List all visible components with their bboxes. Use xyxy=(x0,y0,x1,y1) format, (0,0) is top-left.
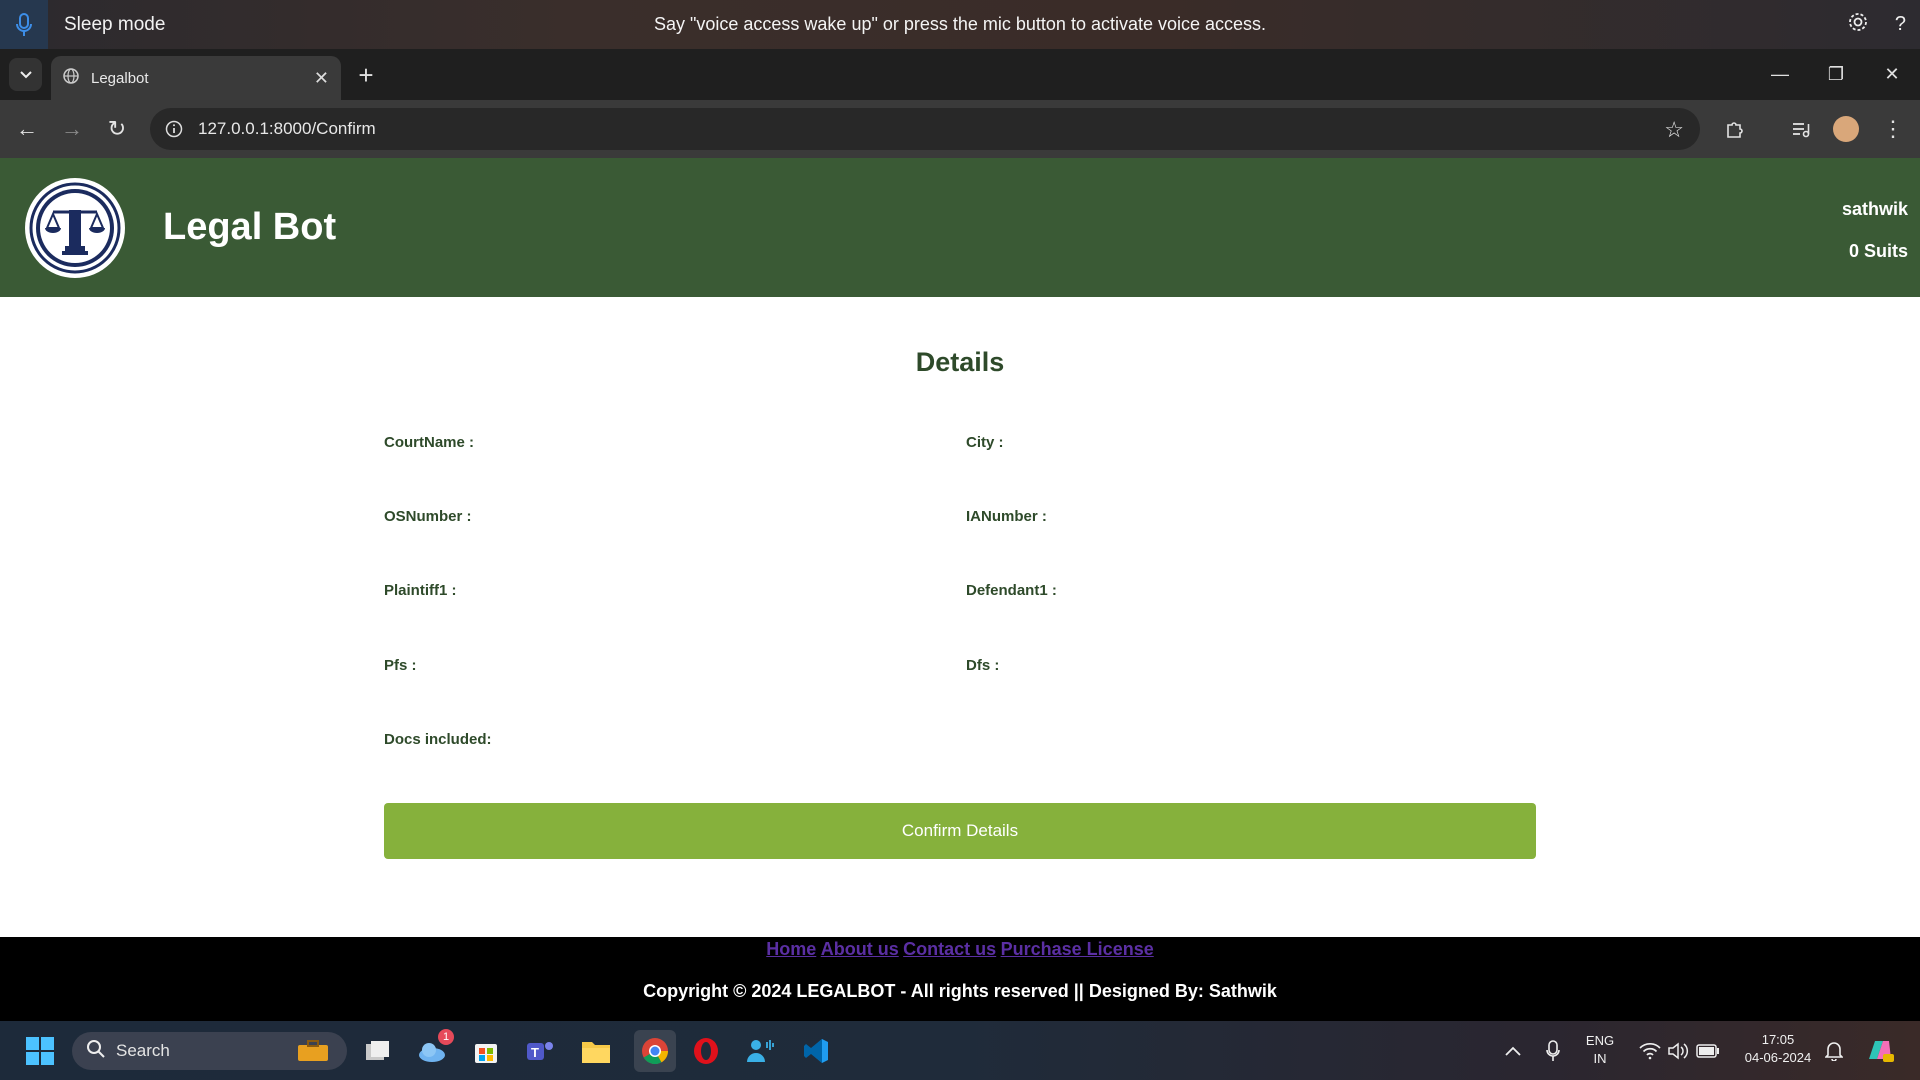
media-control-icon[interactable] xyxy=(1786,114,1816,144)
browser-tab[interactable]: Legalbot ✕ xyxy=(51,56,341,100)
footer-link-about[interactable]: About us xyxy=(821,939,899,959)
teams-icon[interactable]: T xyxy=(522,1033,558,1069)
court-name-label: CourtName : xyxy=(384,434,475,451)
footer-link-home[interactable]: Home xyxy=(766,939,816,959)
search-label: Search xyxy=(116,1041,170,1060)
clock[interactable]: 17:05 04-06-2024 xyxy=(1730,1031,1826,1067)
page-title: Details xyxy=(915,347,1005,377)
defendant1-label: Defendant1 : xyxy=(966,582,1057,599)
search-icon xyxy=(86,1039,106,1064)
notifications-bell-icon[interactable] xyxy=(1816,1033,1852,1069)
restore-button[interactable]: ❐ xyxy=(1808,49,1864,100)
region-code: IN xyxy=(1593,1051,1607,1066)
site-info-icon[interactable] xyxy=(164,119,184,139)
footer-link-purchase-license[interactable]: Purchase License xyxy=(1001,939,1154,959)
vscode-icon[interactable] xyxy=(798,1033,834,1069)
store-icon[interactable] xyxy=(468,1033,504,1069)
battery-icon[interactable] xyxy=(1690,1033,1726,1069)
footer-links: Home About us Contact us Purchase Licens… xyxy=(0,939,1920,960)
pfs-label: Pfs : xyxy=(384,657,417,674)
browser-toolbar: ← → ↻ 127.0.0.1:8000/Confirm ☆ ⋮ xyxy=(0,100,1920,158)
forward-button[interactable]: → xyxy=(57,114,87,144)
ia-number-label: IANumber : xyxy=(966,508,1047,525)
minimize-button[interactable]: — xyxy=(1752,49,1808,100)
reload-button[interactable]: ↻ xyxy=(102,114,132,144)
city-label: City : xyxy=(966,434,1004,451)
voice-access-app-icon[interactable] xyxy=(742,1033,778,1069)
plaintiff1-label: Plaintiff1 : xyxy=(384,582,457,599)
globe-icon xyxy=(63,67,79,89)
taskbar-search[interactable]: Search xyxy=(72,1032,347,1070)
svg-text:T: T xyxy=(531,1045,539,1060)
new-tab-button[interactable]: + xyxy=(352,60,380,90)
suits-count: 0 Suits xyxy=(1848,241,1908,261)
tab-search-dropdown[interactable] xyxy=(9,58,42,91)
mic-icon[interactable] xyxy=(0,0,48,49)
dfs-label: Dfs : xyxy=(966,657,1000,674)
docs-included-label: Docs included: xyxy=(384,731,492,748)
menu-kebab-icon[interactable]: ⋮ xyxy=(1878,114,1908,144)
chrome-icon[interactable] xyxy=(634,1030,676,1072)
voice-mode-label: Sleep mode xyxy=(64,13,166,35)
language-code: ENG xyxy=(1585,1033,1615,1048)
weather-icon[interactable]: 1 xyxy=(414,1029,454,1069)
url-text: 127.0.0.1:8000/Confirm xyxy=(198,119,376,138)
profile-avatar[interactable] xyxy=(1833,116,1859,142)
back-button[interactable]: ← xyxy=(12,114,42,144)
site-title: Legal Bot xyxy=(163,206,337,248)
user-name[interactable]: sathwik xyxy=(1842,199,1908,220)
details-section: Details CourtName : City : OSNumber : IA… xyxy=(0,297,1920,937)
help-icon[interactable]: ? xyxy=(1895,13,1906,36)
site-footer: Home About us Contact us Purchase Licens… xyxy=(0,937,1920,1021)
notification-badge: 1 xyxy=(438,1029,454,1045)
clock-date: 04-06-2024 xyxy=(1744,1050,1812,1065)
opera-icon[interactable] xyxy=(688,1033,724,1069)
close-tab-icon[interactable]: ✕ xyxy=(314,68,329,89)
legal-scales-logo[interactable] xyxy=(25,178,125,278)
confirm-details-button[interactable]: Confirm Details xyxy=(384,803,1536,859)
address-bar[interactable]: 127.0.0.1:8000/Confirm ☆ xyxy=(150,108,1700,150)
copilot-icon[interactable] xyxy=(1862,1033,1898,1069)
clock-time: 17:05 xyxy=(1761,1032,1795,1047)
copyright-text: Copyright © 2024 LEGALBOT - All rights r… xyxy=(643,981,1277,1001)
briefcase-icon xyxy=(297,1040,329,1067)
tray-mic-icon[interactable] xyxy=(1535,1033,1571,1069)
os-number-label: OSNumber : xyxy=(384,508,472,525)
settings-icon[interactable] xyxy=(1847,11,1869,38)
task-view-icon[interactable] xyxy=(360,1033,396,1069)
footer-link-contact[interactable]: Contact us xyxy=(903,939,996,959)
browser-tab-strip: Legalbot ✕ + — ❐ ✕ xyxy=(0,49,1920,100)
language-indicator[interactable]: ENG IN xyxy=(1580,1032,1620,1068)
windows-start-icon[interactable] xyxy=(22,1033,58,1069)
bookmark-star-icon[interactable]: ☆ xyxy=(1664,117,1684,143)
windows-taskbar: Search 1 T ENG IN 17:05 04-06-2024 xyxy=(0,1021,1920,1080)
show-hidden-icons-chevron[interactable] xyxy=(1495,1033,1531,1069)
close-window-button[interactable]: ✕ xyxy=(1864,49,1920,100)
site-header: Legal Bot sathwik 0 Suits xyxy=(0,158,1920,297)
extensions-icon[interactable] xyxy=(1720,114,1750,144)
voice-access-message: Say "voice access wake up" or press the … xyxy=(653,14,1267,34)
voice-access-bar: Sleep mode Say "voice access wake up" or… xyxy=(0,0,1920,49)
tab-title: Legalbot xyxy=(91,69,149,87)
file-explorer-icon[interactable] xyxy=(578,1033,614,1069)
